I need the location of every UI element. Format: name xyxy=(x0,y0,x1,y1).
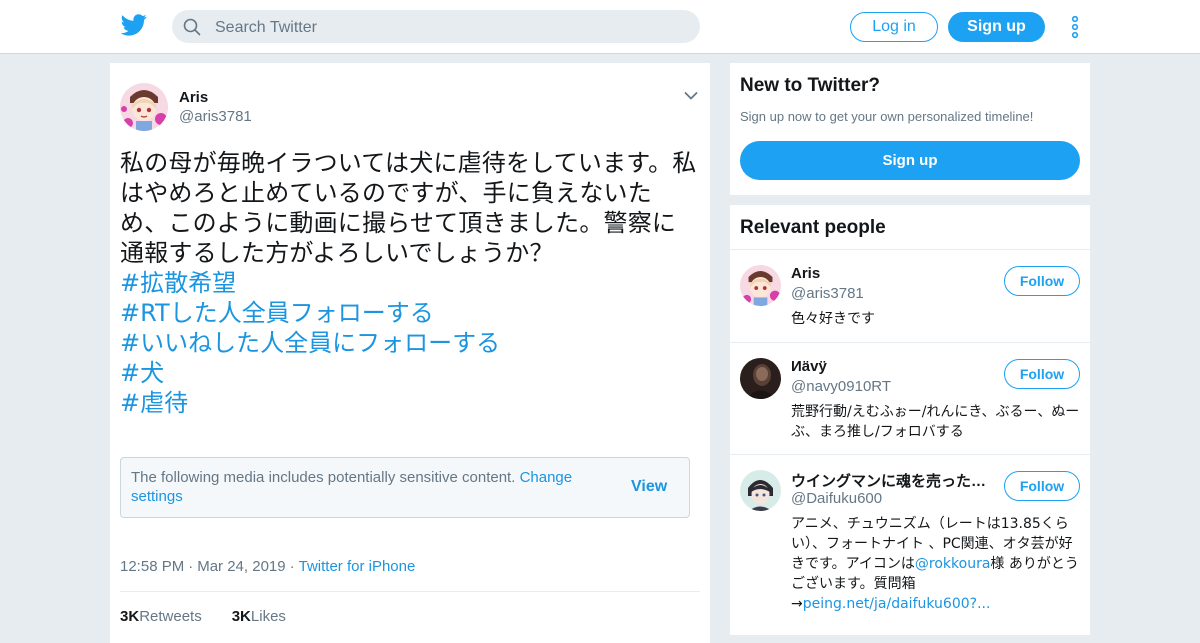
chevron-down-icon[interactable] xyxy=(684,91,698,101)
tweet-body: 私の母が毎晩イラついては犬に虐待をしています。私はやめろと止めているのですが、手… xyxy=(120,149,697,267)
view-media-button[interactable]: View xyxy=(631,478,667,496)
sensitive-notice-label: The following media includes potentially… xyxy=(131,469,516,486)
likes-label[interactable]: Likes xyxy=(251,608,286,625)
tweet-metadata: 12:58 PM · Mar 24, 2019 · Twitter for iPhone xyxy=(120,558,415,575)
meta-separator: · xyxy=(188,558,194,575)
sign-up-button[interactable]: Sign up xyxy=(948,12,1045,42)
tweet-text: 私の母が毎晩イラついては犬に虐待をしています。私はやめろと止めているのですが、手… xyxy=(120,148,700,418)
hashtag-link[interactable]: #犬 xyxy=(120,358,700,388)
person-name[interactable]: Aris xyxy=(791,265,991,282)
person-item: Aris @aris3781 色々好きです Follow xyxy=(730,250,1090,343)
new-to-twitter-card: New to Twitter? Sign up now to get your … xyxy=(730,63,1090,195)
relevant-people-card: Relevant people Aris @aris3781 色々好きです Fo… xyxy=(730,205,1090,635)
tweet-stats: 3KRetweets 3KLikes xyxy=(120,608,286,625)
person-bio: アニメ、チュウニズム（レートは13.85くらい）、フォートナイト 、PC関連、オ… xyxy=(791,514,1081,614)
tweet-card: Aris @aris3781 私の母が毎晩イラついては犬に虐待をしています。私は… xyxy=(110,63,710,643)
search-box[interactable] xyxy=(172,10,700,45)
more-options-icon[interactable] xyxy=(1070,16,1080,38)
hashtag-link[interactable]: #拡散希望 xyxy=(120,268,700,298)
person-item: ウイングマンに魂を売った… @Daifuku600 アニメ、チュウニズム（レート… xyxy=(730,455,1090,635)
person-handle[interactable]: @navy0910RT xyxy=(791,378,891,395)
follow-button[interactable]: Follow xyxy=(1004,266,1080,296)
author-avatar[interactable] xyxy=(120,83,168,131)
sensitive-notice-text: The following media includes potentially… xyxy=(131,468,591,506)
retweets-label[interactable]: Retweets xyxy=(139,608,202,625)
top-navigation-bar: Log in Sign up xyxy=(0,0,1200,54)
tweet-time[interactable]: 12:58 PM xyxy=(120,558,184,575)
log-in-button[interactable]: Log in xyxy=(850,12,938,42)
person-bio: 荒野行動/えむふぉー/れんにき、ぶるー、ぬーぶ、まろ推し/フォロバする xyxy=(791,404,1080,440)
tweet-source-link[interactable]: Twitter for iPhone xyxy=(299,558,416,575)
hashtag-link[interactable]: #RTした人全員フォローする xyxy=(120,298,700,328)
hashtag-link[interactable]: #いいねした人全員にフォローする xyxy=(120,328,700,358)
person-bio: 色々好きです xyxy=(791,311,875,327)
sign-up-card-button[interactable]: Sign up xyxy=(740,141,1080,180)
avatar[interactable] xyxy=(740,265,781,306)
author-handle[interactable]: @aris3781 xyxy=(179,108,252,125)
bio-link[interactable]: peing.net/ja/daifuku600?... xyxy=(803,596,991,612)
twitter-bird-icon[interactable] xyxy=(121,14,147,36)
person-item: Иävÿ @navy0910RT 荒野行動/えむふぉー/れんにき、ぶるー、ぬーぶ… xyxy=(730,343,1090,455)
signup-card-subtitle: Sign up now to get your own personalized… xyxy=(740,109,1034,124)
likes-count[interactable]: 3K xyxy=(232,608,251,625)
avatar[interactable] xyxy=(740,358,781,399)
follow-button[interactable]: Follow xyxy=(1004,359,1080,389)
mention-link[interactable]: @rokkoura xyxy=(915,556,991,572)
meta-separator: · xyxy=(289,558,295,575)
person-name[interactable]: ウイングマンに魂を売った… xyxy=(791,470,991,491)
person-handle[interactable]: @aris3781 xyxy=(791,285,864,302)
person-handle[interactable]: @Daifuku600 xyxy=(791,490,882,507)
search-input[interactable] xyxy=(213,10,687,45)
divider xyxy=(120,591,700,592)
search-icon xyxy=(183,18,201,36)
sensitive-media-notice: The following media includes potentially… xyxy=(120,457,690,518)
person-name[interactable]: Иävÿ xyxy=(791,358,991,375)
relevant-people-title: Relevant people xyxy=(740,217,886,238)
author-name[interactable]: Aris xyxy=(179,89,208,106)
signup-card-title: New to Twitter? xyxy=(740,75,881,96)
retweets-count[interactable]: 3K xyxy=(120,608,139,625)
hashtag-link[interactable]: #虐待 xyxy=(120,388,700,418)
tweet-date[interactable]: Mar 24, 2019 xyxy=(197,558,285,575)
avatar[interactable] xyxy=(740,470,781,511)
follow-button[interactable]: Follow xyxy=(1004,471,1080,501)
